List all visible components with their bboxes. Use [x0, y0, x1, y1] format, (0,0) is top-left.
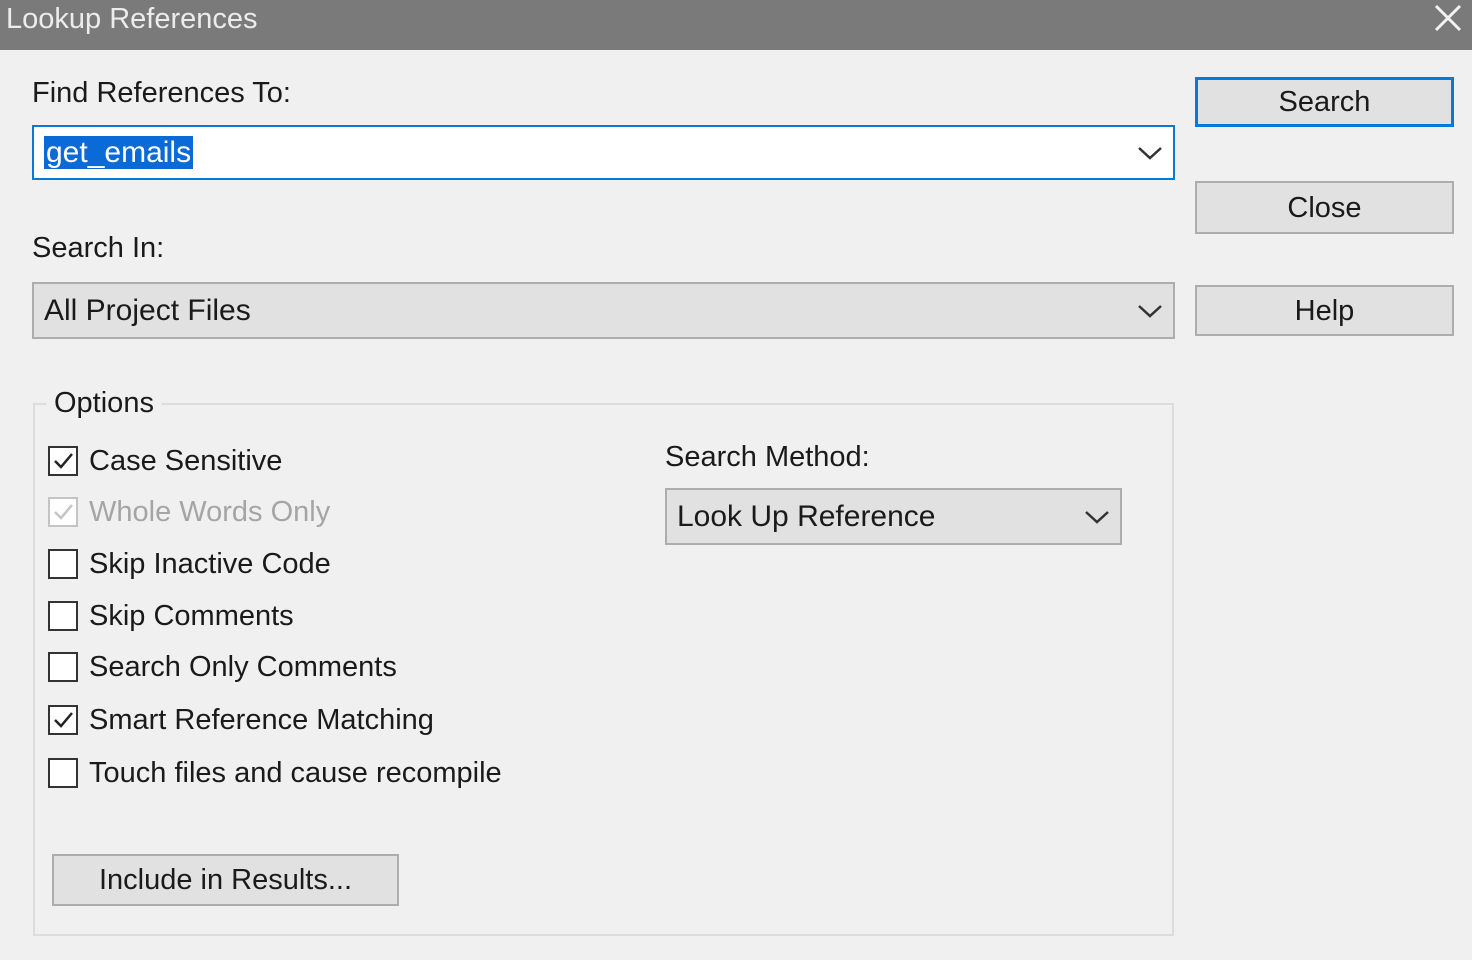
checkbox-box[interactable]	[48, 652, 78, 682]
checkbox-box[interactable]	[48, 446, 78, 476]
checkbox-box[interactable]	[48, 758, 78, 788]
find-references-combobox[interactable]: get_emails	[32, 125, 1175, 180]
checkbox-box[interactable]	[48, 549, 78, 579]
help-button[interactable]: Help	[1195, 285, 1454, 336]
search-method-select[interactable]: Look Up Reference	[665, 488, 1122, 545]
window-title: Lookup References	[6, 3, 258, 35]
chevron-down-icon	[1085, 510, 1109, 524]
search-button[interactable]: Search	[1195, 77, 1454, 127]
search-in-label: Search In:	[32, 232, 165, 264]
skip-comments-checkbox[interactable]: Skip Comments	[48, 598, 294, 634]
checkbox-label: Smart Reference Matching	[89, 704, 434, 736]
chevron-down-icon	[1138, 304, 1162, 318]
checkbox-label: Skip Comments	[89, 600, 294, 632]
touch-files-checkbox[interactable]: Touch files and cause recompile	[48, 755, 502, 791]
checkbox-label: Search Only Comments	[89, 651, 397, 683]
checkbox-label: Case Sensitive	[89, 445, 283, 477]
search-only-comments-checkbox[interactable]: Search Only Comments	[48, 649, 397, 685]
chevron-down-icon[interactable]	[1137, 145, 1163, 161]
search-method-value: Look Up Reference	[677, 499, 936, 533]
checkbox-label: Touch files and cause recompile	[89, 757, 502, 789]
case-sensitive-checkbox[interactable]: Case Sensitive	[48, 443, 282, 479]
find-references-label: Find References To:	[32, 77, 291, 109]
find-references-value-wrap: get_emails	[44, 135, 194, 171]
options-legend: Options	[46, 386, 162, 420]
close-button[interactable]: Close	[1195, 181, 1454, 234]
search-method-label: Search Method:	[665, 441, 870, 473]
whole-words-only-checkbox: Whole Words Only	[48, 494, 330, 530]
checkbox-label: Skip Inactive Code	[89, 548, 331, 580]
checkmark-icon	[54, 504, 73, 520]
close-window-icon[interactable]	[1426, 0, 1466, 40]
search-in-value: All Project Files	[44, 293, 251, 327]
find-references-value[interactable]: get_emails	[44, 135, 194, 169]
checkbox-box	[48, 497, 78, 527]
checkbox-label: Whole Words Only	[89, 496, 331, 528]
include-in-results-button[interactable]: Include in Results...	[52, 854, 399, 906]
checkmark-icon	[54, 453, 73, 469]
checkmark-icon	[54, 712, 73, 728]
search-in-select[interactable]: All Project Files	[32, 282, 1175, 339]
skip-inactive-code-checkbox[interactable]: Skip Inactive Code	[48, 546, 331, 582]
title-bar: Lookup References	[0, 0, 1472, 50]
checkbox-box[interactable]	[48, 601, 78, 631]
smart-reference-matching-checkbox[interactable]: Smart Reference Matching	[48, 702, 434, 738]
checkbox-box[interactable]	[48, 705, 78, 735]
